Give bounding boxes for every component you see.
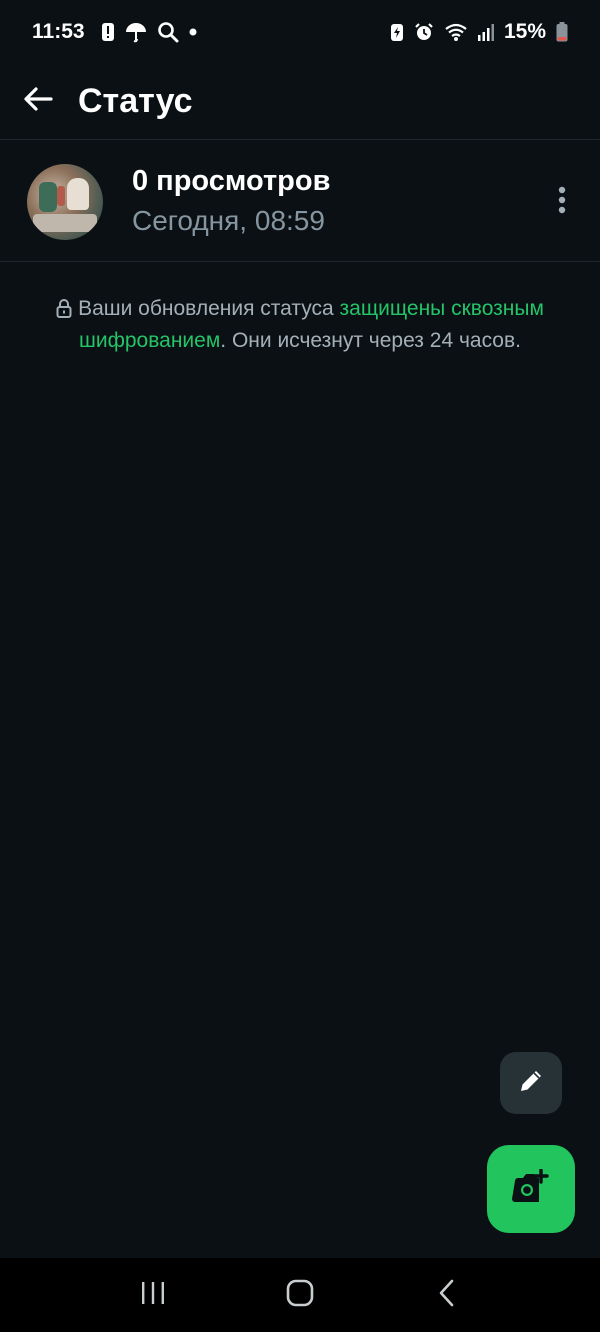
more-options-button[interactable] bbox=[550, 186, 574, 218]
battery-saver-icon bbox=[390, 22, 404, 42]
umbrella-icon bbox=[125, 21, 147, 43]
text-status-button[interactable] bbox=[500, 1052, 562, 1114]
page-title: Статус bbox=[78, 82, 193, 120]
nav-back-button[interactable] bbox=[417, 1265, 477, 1325]
recent-apps-icon bbox=[139, 1280, 167, 1311]
alert-icon bbox=[101, 22, 115, 42]
notice-text-after: . Они исчезнут через 24 часов. bbox=[220, 329, 521, 352]
status-bar-left: 11:53 bbox=[32, 20, 197, 44]
encryption-notice: Ваши обновления статуса защищены сквозны… bbox=[30, 294, 570, 355]
views-count: 0 просмотров bbox=[132, 164, 331, 197]
home-button[interactable] bbox=[270, 1265, 330, 1325]
back-button[interactable] bbox=[0, 64, 78, 140]
system-status-bar: 11:53 15% bbox=[0, 0, 600, 64]
recent-apps-button[interactable] bbox=[123, 1265, 183, 1325]
camera-status-button[interactable] bbox=[487, 1145, 575, 1233]
battery-percent: 15% bbox=[503, 20, 546, 43]
pencil-icon bbox=[516, 1066, 546, 1101]
camera-add-icon bbox=[512, 1167, 550, 1210]
status-bar-right: 15% bbox=[390, 20, 568, 44]
battery-icon bbox=[556, 22, 568, 42]
system-navigation-bar bbox=[0, 1258, 600, 1332]
my-status-item[interactable]: 0 просмотров Сегодня, 08:59 bbox=[0, 142, 600, 262]
lock-icon bbox=[56, 297, 72, 326]
status-timestamp: Сегодня, 08:59 bbox=[132, 204, 325, 236]
alarm-icon bbox=[414, 22, 434, 42]
notice-text-before: Ваши обновления статуса bbox=[78, 297, 340, 320]
clock: 11:53 bbox=[32, 20, 85, 43]
arrow-left-icon bbox=[23, 86, 53, 117]
back-chevron-icon bbox=[438, 1279, 456, 1312]
more-vertical-icon bbox=[558, 186, 566, 219]
status-info: 0 просмотров Сегодня, 08:59 bbox=[132, 163, 330, 241]
status-thumbnail[interactable] bbox=[27, 163, 103, 240]
signal-icon bbox=[477, 23, 494, 41]
wifi-icon bbox=[444, 22, 468, 42]
app-bar: Статус bbox=[0, 64, 600, 140]
search-icon bbox=[157, 21, 179, 43]
dot-icon bbox=[189, 28, 197, 36]
home-icon bbox=[286, 1279, 314, 1312]
